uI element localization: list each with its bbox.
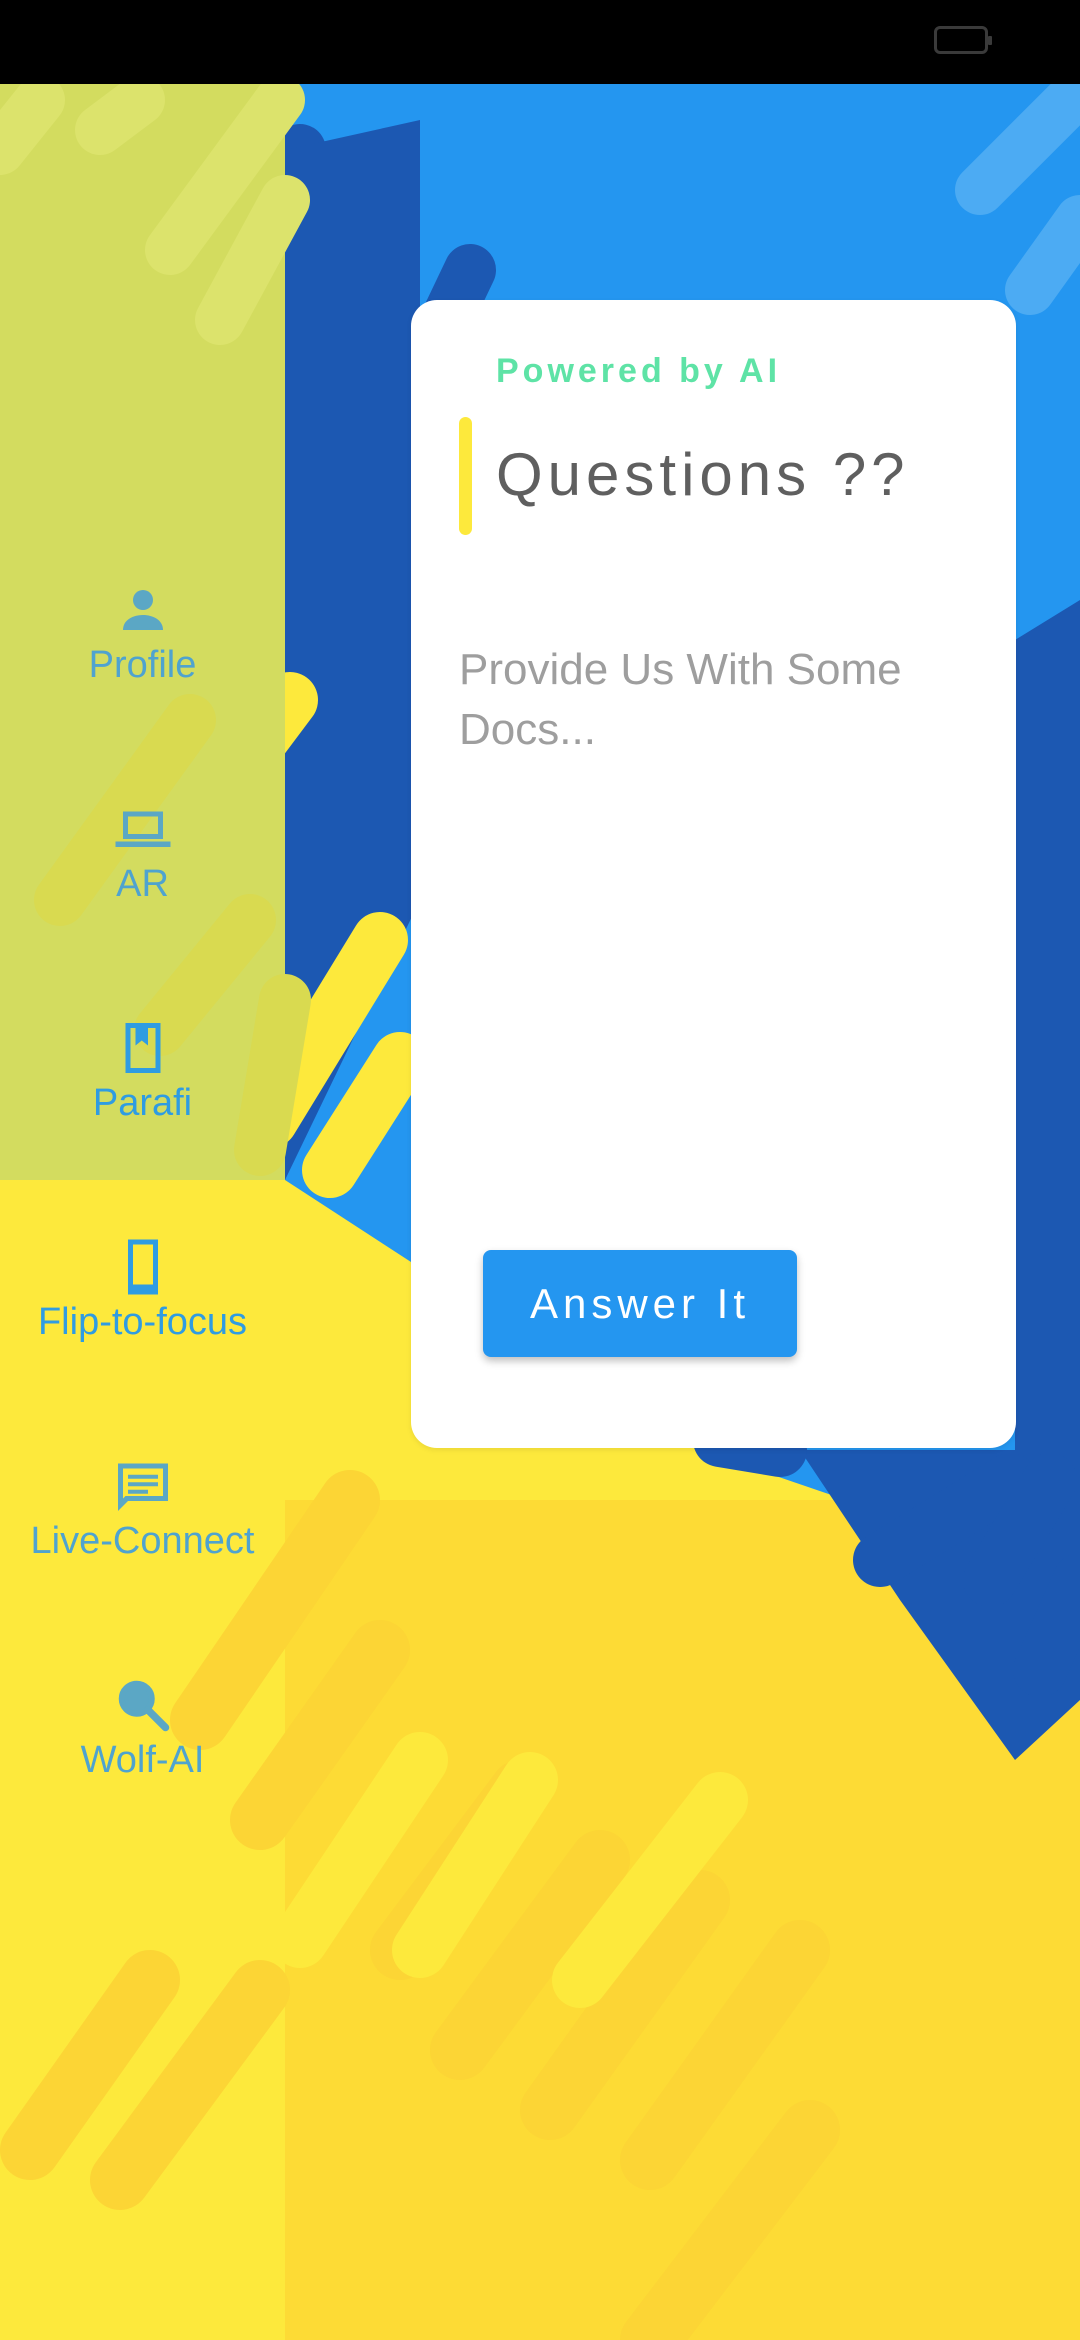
person-icon bbox=[113, 580, 173, 640]
sidebar-nav: Profile AR Parafi Flip-to-focus Live-Con… bbox=[0, 84, 285, 2340]
battery-icon bbox=[934, 26, 992, 54]
phone-icon bbox=[113, 1237, 173, 1297]
sidebar-item-label: Profile bbox=[88, 644, 197, 686]
sidebar-item-label: Flip-to-focus bbox=[37, 1301, 248, 1343]
chat-icon bbox=[113, 1456, 173, 1516]
sidebar-item-ar[interactable]: AR bbox=[0, 799, 285, 906]
sidebar-item-profile[interactable]: Profile bbox=[0, 580, 285, 687]
screen: Profile AR Parafi Flip-to-focus Live-Con… bbox=[0, 0, 1080, 2340]
sidebar-item-label: Wolf-AI bbox=[80, 1739, 205, 1781]
sidebar-item-wolf-ai[interactable]: Wolf-AI bbox=[0, 1675, 285, 1782]
question-card: Powered by AI Questions ?? Answer It bbox=[411, 300, 1016, 1448]
sidebar-item-label: Live-Connect bbox=[30, 1520, 255, 1562]
title-accent-bar bbox=[459, 417, 472, 535]
book-icon bbox=[113, 1018, 173, 1078]
answer-button[interactable]: Answer It bbox=[483, 1250, 797, 1357]
page-title: Questions ?? bbox=[496, 441, 910, 508]
docs-input[interactable] bbox=[459, 640, 979, 920]
sidebar-item-flip-to-focus[interactable]: Flip-to-focus bbox=[0, 1237, 285, 1344]
sidebar-item-live-connect[interactable]: Live-Connect bbox=[0, 1456, 285, 1563]
sidebar-item-parafi[interactable]: Parafi bbox=[0, 1018, 285, 1125]
card-kicker: Powered by AI bbox=[496, 352, 782, 390]
search-icon bbox=[113, 1675, 173, 1735]
sidebar-item-label: AR bbox=[116, 863, 169, 905]
sidebar-item-label: Parafi bbox=[92, 1082, 193, 1124]
laptop-icon bbox=[113, 799, 173, 859]
status-bar bbox=[0, 0, 1080, 84]
